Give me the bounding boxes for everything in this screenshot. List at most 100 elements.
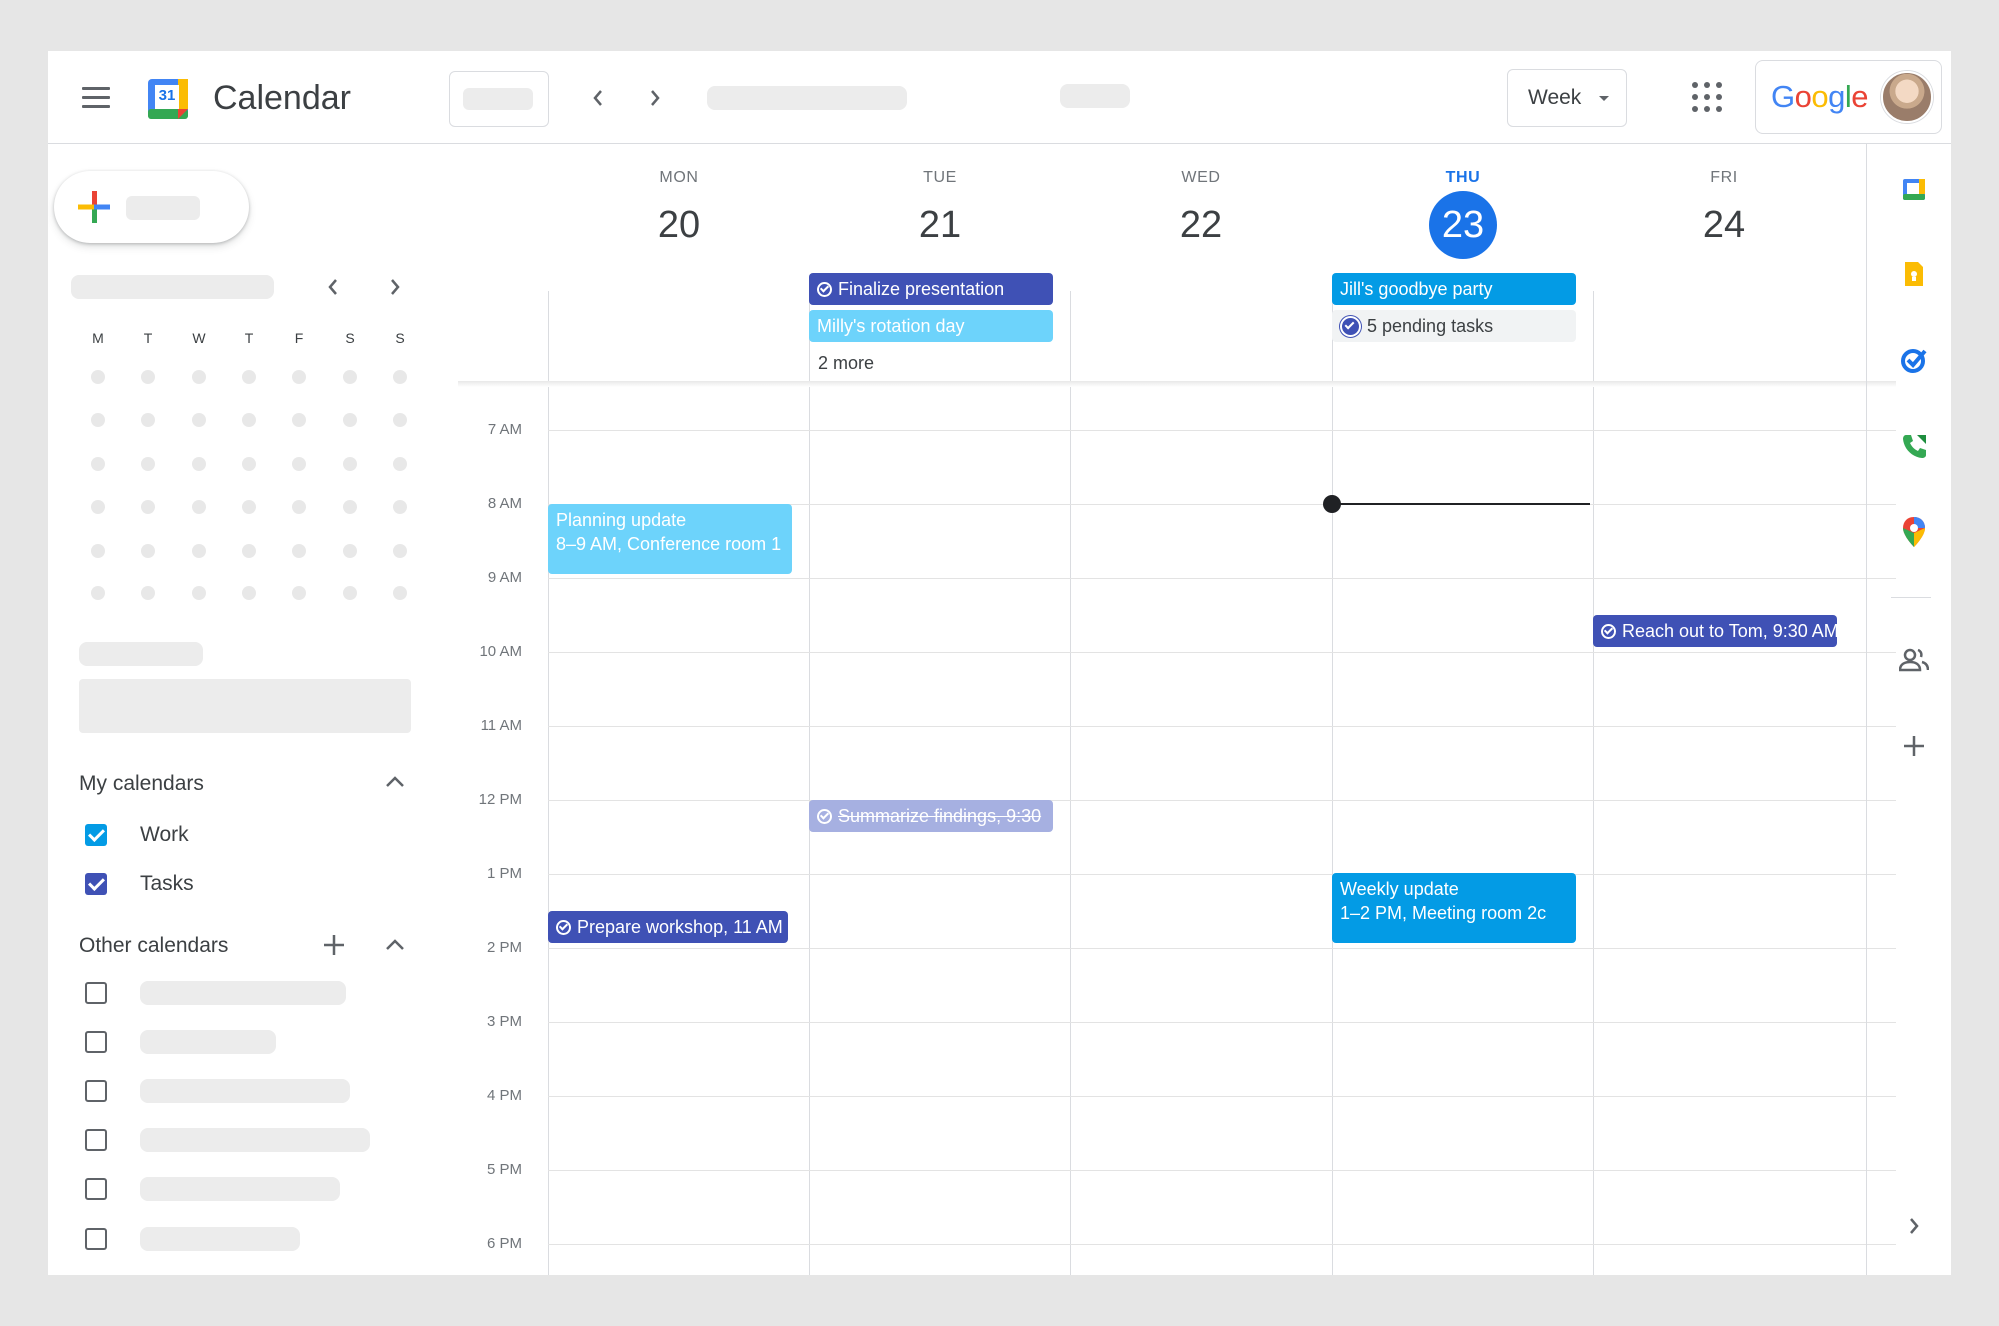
mini-dow-label: M bbox=[92, 330, 104, 346]
mini-dow-label: W bbox=[192, 330, 206, 346]
apps-grid-icon[interactable] bbox=[1692, 82, 1722, 112]
mini-day[interactable] bbox=[292, 586, 306, 600]
tasks-checkbox[interactable] bbox=[85, 873, 107, 895]
mini-day[interactable] bbox=[192, 413, 206, 427]
mini-day[interactable] bbox=[242, 457, 256, 471]
other-calendars-heading[interactable]: Other calendars bbox=[79, 934, 228, 958]
mini-next-month-button[interactable] bbox=[388, 277, 402, 302]
people-icon[interactable] bbox=[1899, 645, 1929, 675]
mini-day[interactable] bbox=[393, 544, 407, 558]
add-calendar-icon[interactable] bbox=[322, 933, 346, 962]
mini-day[interactable] bbox=[343, 370, 357, 384]
mini-day[interactable] bbox=[91, 370, 105, 384]
other-calendar-checkbox[interactable] bbox=[85, 1129, 107, 1151]
view-selector-label: Week bbox=[1528, 86, 1582, 109]
calendar-app-icon[interactable] bbox=[1899, 174, 1929, 204]
mini-day[interactable] bbox=[91, 413, 105, 427]
mini-day[interactable] bbox=[393, 457, 407, 471]
allday-pending-tasks[interactable]: 5 pending tasks bbox=[1332, 310, 1576, 342]
mini-day[interactable] bbox=[292, 544, 306, 558]
next-week-button[interactable] bbox=[635, 78, 675, 118]
mini-day[interactable] bbox=[141, 457, 155, 471]
mini-day[interactable] bbox=[242, 370, 256, 384]
hour-label: 5 PM bbox=[486, 1161, 522, 1178]
mini-day[interactable] bbox=[91, 544, 105, 558]
mini-day[interactable] bbox=[242, 413, 256, 427]
mini-day[interactable] bbox=[192, 544, 206, 558]
task-prepare-workshop[interactable]: Prepare workshop, 11 AM bbox=[548, 911, 788, 943]
expand-side-panel-icon[interactable] bbox=[1899, 1211, 1929, 1241]
task-check-icon bbox=[1340, 316, 1361, 337]
mini-day[interactable] bbox=[343, 586, 357, 600]
day-number[interactable]: 20 bbox=[579, 203, 779, 247]
mini-day[interactable] bbox=[292, 500, 306, 514]
mini-day[interactable] bbox=[91, 500, 105, 514]
mini-day[interactable] bbox=[393, 370, 407, 384]
mini-day[interactable] bbox=[343, 413, 357, 427]
other-calendar-checkbox[interactable] bbox=[85, 982, 107, 1004]
task-reach-out-to-tom[interactable]: Reach out to Tom, 9:30 AM bbox=[1593, 615, 1837, 647]
event-title: Prepare workshop, 11 AM bbox=[577, 917, 783, 937]
task-summarize-findings-completed[interactable]: Summarize findings, 9:30 bbox=[809, 800, 1053, 832]
mini-day[interactable] bbox=[343, 457, 357, 471]
allday-event-jills-goodbye-party[interactable]: Jill's goodbye party bbox=[1332, 273, 1576, 305]
date-range-placeholder bbox=[707, 86, 907, 110]
my-calendars-heading[interactable]: My calendars bbox=[79, 772, 204, 796]
hour-gridline bbox=[548, 800, 1896, 801]
add-addon-icon[interactable] bbox=[1899, 731, 1929, 761]
mini-day[interactable] bbox=[393, 586, 407, 600]
day-number[interactable]: 24 bbox=[1624, 203, 1824, 247]
mini-day[interactable] bbox=[141, 370, 155, 384]
avatar[interactable] bbox=[1881, 71, 1933, 123]
view-selector[interactable]: Week bbox=[1507, 69, 1627, 127]
mini-day[interactable] bbox=[292, 457, 306, 471]
today-button[interactable] bbox=[449, 71, 549, 127]
other-calendar-checkbox[interactable] bbox=[85, 1178, 107, 1200]
more-events-link[interactable]: 2 more bbox=[818, 353, 874, 374]
mini-day[interactable] bbox=[91, 457, 105, 471]
mini-day[interactable] bbox=[141, 413, 155, 427]
mini-day[interactable] bbox=[343, 544, 357, 558]
mini-day[interactable] bbox=[91, 586, 105, 600]
mini-day[interactable] bbox=[141, 500, 155, 514]
maps-pin-icon[interactable] bbox=[1899, 517, 1929, 547]
other-calendar-checkbox[interactable] bbox=[85, 1228, 107, 1250]
day-number[interactable]: 22 bbox=[1101, 203, 1301, 247]
event-details: 8–9 AM, Conference room 1 bbox=[556, 534, 782, 554]
create-button[interactable] bbox=[54, 171, 249, 243]
event-planning-update[interactable]: Planning update 8–9 AM, Conference room … bbox=[548, 504, 792, 574]
other-calendar-checkbox[interactable] bbox=[85, 1031, 107, 1053]
mini-day[interactable] bbox=[242, 500, 256, 514]
mini-day[interactable] bbox=[242, 544, 256, 558]
mini-day[interactable] bbox=[343, 500, 357, 514]
mini-day[interactable] bbox=[393, 500, 407, 514]
mini-day[interactable] bbox=[292, 413, 306, 427]
work-checkbox[interactable] bbox=[85, 824, 107, 846]
mini-day[interactable] bbox=[192, 457, 206, 471]
allday-task-finalize-presentation[interactable]: Finalize presentation bbox=[809, 273, 1053, 305]
main-menu-icon[interactable] bbox=[82, 87, 112, 109]
task-check-icon bbox=[1601, 624, 1616, 639]
mini-day[interactable] bbox=[393, 413, 407, 427]
collapse-other-calendars-icon[interactable] bbox=[384, 938, 406, 957]
event-weekly-update[interactable]: Weekly update 1–2 PM, Meeting room 2c bbox=[1332, 873, 1576, 943]
event-title: Finalize presentation bbox=[838, 279, 1005, 299]
other-calendar-checkbox[interactable] bbox=[85, 1080, 107, 1102]
contacts-phone-icon[interactable] bbox=[1899, 431, 1929, 461]
allday-event-millys-rotation-day[interactable]: Milly's rotation day bbox=[809, 310, 1053, 342]
day-number[interactable]: 21 bbox=[840, 203, 1040, 247]
account-chip[interactable]: Google bbox=[1755, 60, 1942, 134]
collapse-my-calendars-icon[interactable] bbox=[384, 775, 406, 794]
mini-day[interactable] bbox=[292, 370, 306, 384]
mini-day[interactable] bbox=[242, 586, 256, 600]
mini-day[interactable] bbox=[192, 586, 206, 600]
day-number[interactable]: 23 bbox=[1363, 203, 1563, 247]
mini-day[interactable] bbox=[192, 500, 206, 514]
mini-day[interactable] bbox=[141, 544, 155, 558]
tasks-icon[interactable] bbox=[1899, 345, 1929, 375]
mini-prev-month-button[interactable] bbox=[326, 277, 340, 302]
previous-week-button[interactable] bbox=[578, 78, 618, 118]
keep-icon[interactable] bbox=[1899, 259, 1929, 289]
mini-day[interactable] bbox=[192, 370, 206, 384]
mini-day[interactable] bbox=[141, 586, 155, 600]
